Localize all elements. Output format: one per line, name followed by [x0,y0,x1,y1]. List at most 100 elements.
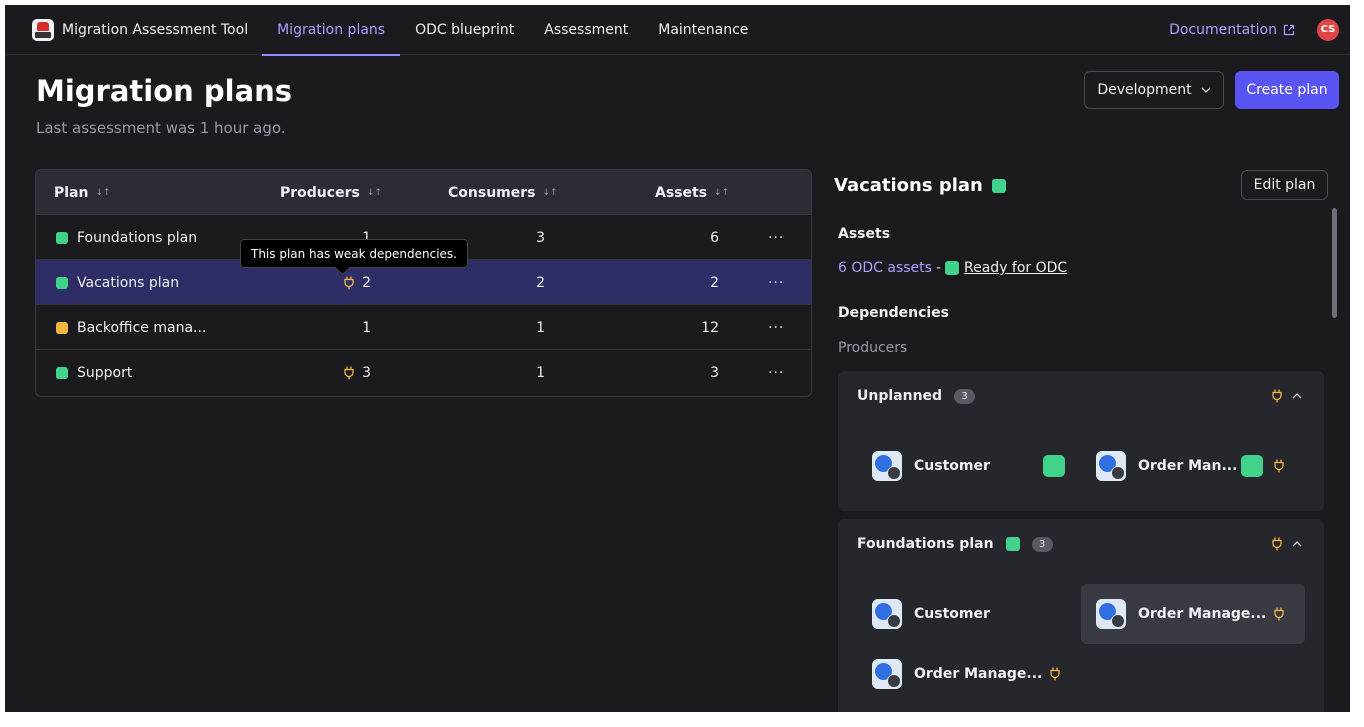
tab-maintenance[interactable]: Maintenance [643,5,763,55]
plan-cell: Vacations plan [56,260,179,305]
external-link-icon [1283,24,1295,35]
dependency-item[interactable]: Order Manage... [1081,584,1305,644]
module-icon [1096,599,1126,629]
consumers-cell: 3 [536,229,545,246]
weak-dependency-icon[interactable] [344,276,354,290]
weak-dependency-icon [1274,459,1284,473]
assets-count-link[interactable]: 6 ODC assets [838,260,932,276]
weak-dependency-icon[interactable] [344,366,354,380]
dependency-label: Customer [914,458,990,474]
brand[interactable]: Migration Assessment Tool [32,18,249,41]
ready-for-odc-link[interactable]: Ready for ODC [964,260,1067,276]
documentation-label: Documentation [1169,21,1277,38]
producers-cell: 1 [362,319,371,336]
plans-table: Plan ↓↑ Producers ↓↑ Consumers ↓↑ Assets ↓↑ … [35,169,812,397]
assets-summary: 6 ODC assets - Ready for ODC [838,260,1067,276]
edit-plan-button[interactable]: Edit plan [1241,170,1328,200]
assets-cell: 12 [701,319,719,336]
dependency-label: Customer [914,606,990,622]
environment-select[interactable]: Development [1084,71,1224,109]
assets-heading: Assets [838,226,891,242]
nav-right: Documentation CS [1169,18,1339,41]
consumers-cell: 1 [536,319,545,336]
status-indicator [56,276,68,289]
group-tools [1272,519,1302,569]
column-plan[interactable]: Plan ↓↑ [54,170,111,215]
module-icon [872,599,902,629]
assets-cell: 6 [710,229,719,246]
status-indicator [56,231,68,244]
plan-cell: Foundations plan [56,215,197,260]
group-tools [1272,371,1302,421]
table-row[interactable]: Backoffice mana... 1 1 12 ··· [36,305,811,350]
documentation-link[interactable]: Documentation [1169,22,1295,38]
dependency-group-foundations: Foundations plan 3 Customer Order Manage… [838,519,1324,712]
sort-icon: ↓↑ [95,187,111,198]
consumers-cell: 1 [536,364,545,381]
producers-heading: Producers [838,340,908,356]
module-icon [872,451,902,481]
count-badge: 3 [1031,536,1053,552]
row-menu-button[interactable]: ··· [768,260,784,305]
dependency-item[interactable]: Customer [857,436,1081,496]
avatar[interactable]: CS [1317,18,1339,41]
dependency-label: Order Manage... [914,666,1043,682]
dependency-label: Order Man... [1138,458,1238,474]
module-icon [1096,451,1126,481]
app-name: Migration Assessment Tool [62,21,249,38]
status-indicator [1241,455,1263,477]
chevron-down-icon [1201,87,1211,93]
row-menu-button[interactable]: ··· [768,305,784,350]
count-badge: 3 [954,388,976,404]
status-indicator [56,366,68,379]
dependencies-heading: Dependencies [838,305,950,321]
dependency-label: Order Manage... [1138,606,1267,622]
column-producers[interactable]: Producers ↓↑ [280,170,382,215]
create-plan-button[interactable]: Create plan [1235,71,1339,109]
group-header[interactable]: Unplanned 3 [857,371,976,421]
status-indicator [945,261,960,275]
environment-value: Development [1097,82,1192,98]
weak-dependency-icon [1274,607,1284,621]
module-icon [872,659,902,689]
page-title: Migration plans [36,74,293,108]
dependency-group-unplanned: Unplanned 3 Customer Order Man... [838,371,1324,511]
sort-icon: ↓↑ [542,187,558,198]
weak-dependency-icon [1272,389,1282,403]
status-indicator [56,321,68,334]
table-row[interactable]: Support 3 1 3 ··· [36,350,811,395]
page-subtitle: Last assessment was 1 hour ago. [36,119,286,137]
dependency-item[interactable]: Order Man... [1081,436,1305,496]
status-indicator [991,178,1006,193]
weak-dependency-icon [1050,667,1060,681]
tab-assessment[interactable]: Assessment [529,5,643,55]
separator: - [935,260,942,276]
plan-cell: Support [56,350,132,395]
tab-odc-blueprint[interactable]: ODC blueprint [400,5,529,55]
assets-cell: 3 [710,364,719,381]
weak-dependency-tooltip: This plan has weak dependencies. [240,239,468,268]
status-indicator [1005,537,1020,551]
group-header[interactable]: Foundations plan 3 [857,519,1053,569]
chevron-up-icon[interactable] [1292,541,1302,547]
detail-title: Vacations plan [834,175,1006,196]
sort-icon: ↓↑ [714,187,730,198]
chevron-up-icon[interactable] [1292,393,1302,399]
dependency-item[interactable]: Customer [857,584,1081,644]
producers-cell: 3 [344,350,371,395]
table-header: Plan ↓↑ Producers ↓↑ Consumers ↓↑ Assets ↓↑ [36,170,811,215]
plan-cell: Backoffice mana... [56,305,206,350]
tab-migration-plans[interactable]: Migration plans [262,5,401,56]
dependency-item[interactable]: Order Manage... [857,644,1081,704]
top-nav: Migration Assessment Tool Migration plan… [5,5,1350,56]
app-logo-icon [32,18,54,41]
app-window: Migration Assessment Tool Migration plan… [5,5,1350,712]
column-assets[interactable]: Assets ↓↑ [655,170,729,215]
status-indicator [1043,455,1065,477]
assets-cell: 2 [710,274,719,291]
column-consumers[interactable]: Consumers ↓↑ [448,170,558,215]
row-menu-button[interactable]: ··· [768,350,784,395]
sort-icon: ↓↑ [366,187,382,198]
scrollbar[interactable] [1332,208,1337,318]
row-menu-button[interactable]: ··· [768,215,784,260]
